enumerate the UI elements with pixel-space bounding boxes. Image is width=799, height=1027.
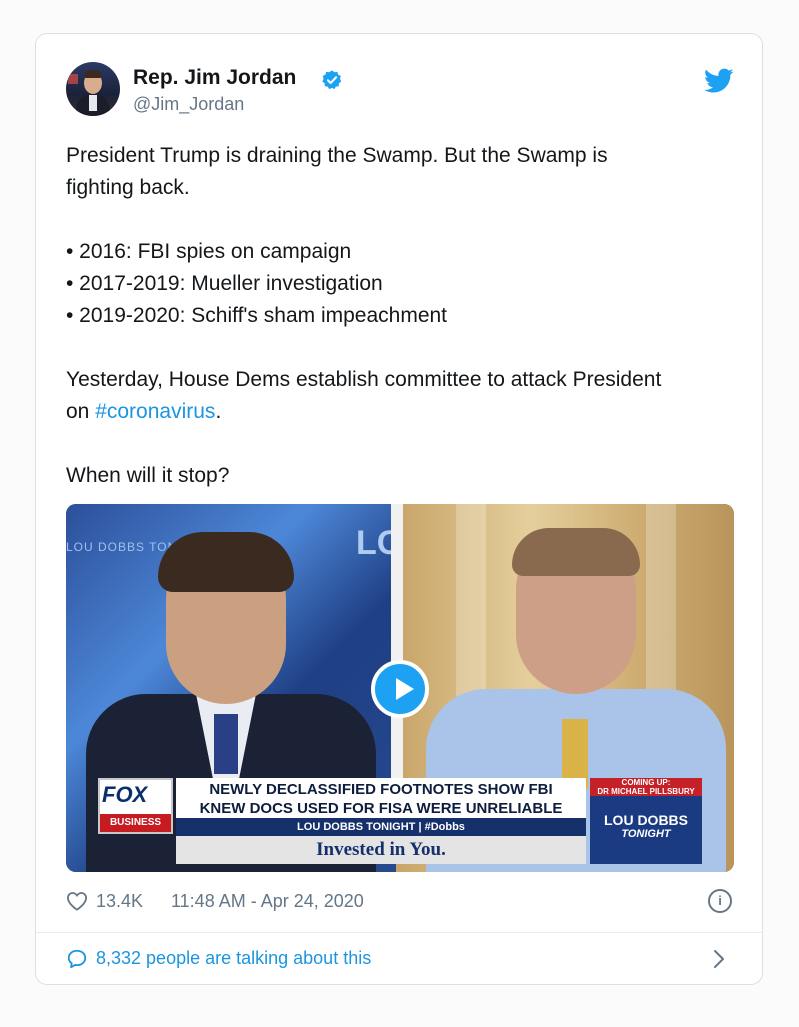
coming-up-label: COMING UP: [621,778,671,787]
avatar[interactable] [66,62,120,116]
tweet-line: fighting back. [66,176,190,199]
divider [36,932,762,933]
bullet-item: • 2017-2019: Mueller investigation [66,272,383,295]
conversation-link[interactable]: 8,332 people are talking about this [96,948,371,969]
bullet-item: • 2016: FBI spies on campaign [66,240,352,263]
play-icon[interactable] [371,660,429,718]
heart-icon[interactable] [66,891,88,911]
headline-line: KNEW DOCS USED FOR FISA WERE UNRELIABLE [199,800,563,817]
author-handle[interactable]: @Jim_Jordan [133,94,244,115]
show-subbar: LOU DOBBS TONIGHT | #Dobbs [176,818,586,836]
headline-banner: NEWLY DECLASSIFIED FOOTNOTES SHOW FBI KN… [176,778,586,818]
coming-up-banner: COMING UP: DR MICHAEL PILLSBURY [590,778,702,796]
headline-line: NEWLY DECLASSIFIED FOOTNOTES SHOW FBI [209,781,553,798]
show-logo: LOU DOBBS TONIGHT [590,796,702,864]
fox-business-logo: FOX BUSINESS [98,778,173,834]
author-name[interactable]: Rep. Jim Jordan [133,66,296,90]
info-icon[interactable]: i [708,889,732,913]
lower-third: FOX BUSINESS NEWLY DECLASSIFIED FOOTNOTE… [98,774,702,866]
bullet-item: • 2019-2020: Schiff's sham impeachment [66,304,448,327]
fox-text: FOX [102,782,148,807]
chevron-right-icon[interactable] [712,948,726,970]
timestamp[interactable]: 11:48 AM - Apr 24, 2020 [171,891,364,912]
tweet-line: on #coronavirus. [66,396,746,428]
show-logo-title: LOU DOBBS [604,812,688,828]
twitter-bird-icon[interactable] [704,68,734,94]
tweet-text: President Trump is draining the Swamp. B… [66,140,746,492]
tagline: Invested in You. [176,836,586,864]
hashtag-link[interactable]: #coronavirus [95,400,215,423]
tweet-line: President Trump is draining the Swamp. B… [66,144,608,167]
video-player[interactable]: LOU DOBBS TONIGHT LC FOX BUSINESS NEWLY … [66,504,734,872]
tweet-card: Rep. Jim Jordan @Jim_Jordan President Tr… [35,33,763,985]
tweet-line: Yesterday, House Dems establish committe… [66,368,662,391]
business-text: BUSINESS [100,814,171,832]
tweet-text-fragment: . [215,400,222,423]
tweet-line: When will it stop? [66,464,230,487]
split-divider [391,504,403,794]
tweet-text-fragment: on [66,400,96,423]
verified-badge-icon [322,70,342,90]
coming-up-guest: DR MICHAEL PILLSBURY [597,787,695,796]
show-logo-subtitle: TONIGHT [621,828,671,840]
comment-icon[interactable] [66,948,88,970]
like-count[interactable]: 13.4K [96,891,143,912]
